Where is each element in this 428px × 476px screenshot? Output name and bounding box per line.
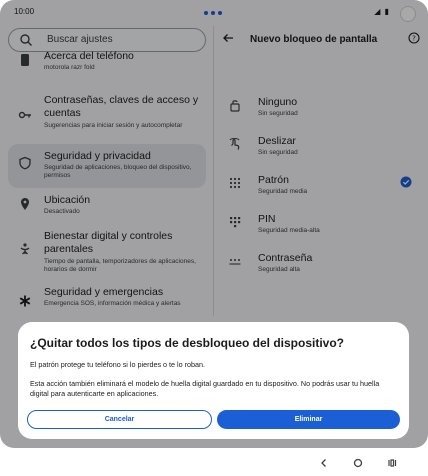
- nav-back-icon[interactable]: [318, 457, 330, 469]
- delete-button[interactable]: Eliminar: [217, 410, 400, 429]
- dialog-title: ¿Quitar todos los tipos de desbloqueo de…: [30, 336, 345, 350]
- cancel-button[interactable]: Cancelar: [27, 410, 212, 429]
- navigation-bar: [0, 448, 428, 476]
- dialog-message-detail: Esta acción también eliminará el modelo …: [30, 379, 380, 398]
- confirm-dialog: ¿Quitar todos los tipos de desbloqueo de…: [18, 322, 409, 439]
- device-screen: 10:00 ◢ ▮ Buscar ajustes Acerca del telé…: [0, 0, 428, 448]
- nav-home-icon[interactable]: [352, 457, 364, 469]
- nav-recents-icon[interactable]: [386, 457, 398, 469]
- dialog-message: El patrón protege tu teléfono si lo pier…: [30, 360, 206, 369]
